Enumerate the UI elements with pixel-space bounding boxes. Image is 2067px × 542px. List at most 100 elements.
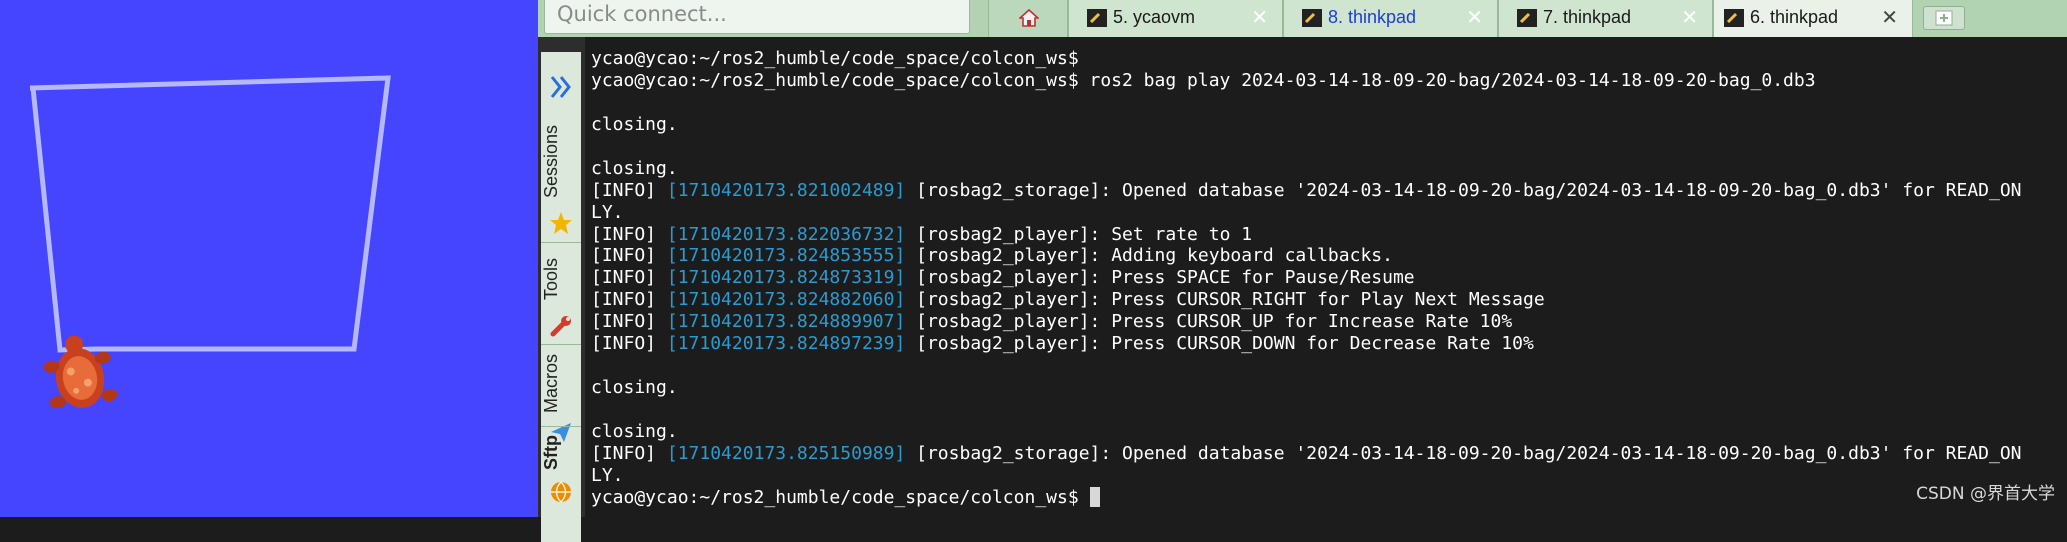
terminal-line: ycao@ycao:~/ros2_humble/code_space/colco… [591, 486, 2022, 509]
line-text: [rosbag2_player]: Press CURSOR_RIGHT for… [905, 289, 1545, 311]
quick-connect-input[interactable] [555, 0, 959, 30]
tab-bar: 5. ycaovm ✕ 8. thinkpad ✕ 7. thinkpad ✕ … [538, 0, 2067, 37]
tab-label: 5. ycaovm [1113, 7, 1196, 27]
turtle-icon [43, 335, 118, 409]
star-icon [550, 212, 572, 234]
log-level: [INFO] [591, 311, 657, 333]
side-panel: Sessions Tools Macros Sftp [538, 37, 585, 542]
sidebar-divider [541, 344, 581, 345]
log-level: [INFO] [591, 223, 657, 245]
line-text: closing. [591, 157, 678, 179]
quick-connect-box[interactable] [544, 0, 970, 34]
line-text: LY. [591, 464, 624, 486]
sidebar-label: Sftp [541, 435, 561, 471]
close-icon[interactable]: ✕ [1466, 5, 1483, 29]
terminal-tab-icon [1087, 9, 1107, 27]
log-level: [INFO] [591, 179, 657, 201]
turtle-path [29, 75, 391, 353]
terminal-line: [INFO] [1710420173.825150989] [rosbag2_s… [591, 443, 2022, 465]
terminal-line: [INFO] [1710420173.824873319] [rosbag2_p… [591, 267, 2022, 289]
log-timestamp: [1710420173.824889907] [666, 311, 906, 333]
close-icon[interactable]: ✕ [1681, 5, 1698, 29]
tab-thinkpad-6[interactable]: 6. thinkpad ✕ [1713, 0, 1913, 37]
terminal-line: closing. [591, 114, 2022, 136]
log-level: [INFO] [591, 245, 657, 267]
terminal-line: LY. [591, 202, 2022, 224]
line-text: [rosbag2_player]: Press CURSOR_UP for In… [905, 311, 1513, 333]
line-text: ycao@ycao:~/ros2_humble/code_space/colco… [591, 69, 1816, 91]
line-text: [rosbag2_storage]: Opened database '2024… [905, 179, 2022, 201]
turtlesim-canvas [29, 75, 391, 409]
log-level: [INFO] [591, 267, 657, 289]
log-level: [INFO] [591, 442, 657, 464]
log-timestamp: [1710420173.824882060] [666, 289, 906, 311]
terminal-output: ycao@ycao:~/ros2_humble/code_space/colco… [591, 48, 2022, 509]
terminal-line: [INFO] [1710420173.824853555] [rosbag2_p… [591, 245, 2022, 267]
terminal-line: [INFO] [1710420173.824889907] [rosbag2_p… [591, 311, 2022, 333]
tab-thinkpad-8[interactable]: 8. thinkpad ✕ [1283, 0, 1498, 37]
log-timestamp: [1710420173.822036732] [666, 223, 906, 245]
tab-thinkpad-7[interactable]: 7. thinkpad ✕ [1498, 0, 1713, 37]
line-text: ycao@ycao:~/ros2_humble/code_space/colco… [591, 48, 1079, 69]
sidebar-tab-sessions[interactable]: Sessions [541, 114, 581, 239]
log-level: [INFO] [591, 333, 657, 355]
log-timestamp: [1710420173.821002489] [666, 179, 906, 201]
plus-icon [1935, 10, 1953, 26]
log-timestamp: [1710420173.824853555] [666, 245, 906, 267]
tab-label: 6. thinkpad [1750, 7, 1839, 27]
tab-label: 7. thinkpad [1543, 7, 1632, 27]
sidebar-tab-sftp[interactable]: Sftp [541, 430, 581, 510]
tab-label: 8. thinkpad [1328, 7, 1417, 27]
terminal-line: [INFO] [1710420173.822036732] [rosbag2_p… [591, 224, 2022, 246]
wrench-icon [550, 316, 571, 337]
terminal-view[interactable]: ycao@ycao:~/ros2_humble/code_space/colco… [585, 37, 2067, 517]
terminal-line: [INFO] [1710420173.821002489] [rosbag2_s… [591, 180, 2022, 202]
log-timestamp: [1710420173.824897239] [666, 333, 906, 355]
home-icon [1019, 9, 1039, 27]
sidebar-label: Sessions [541, 124, 561, 199]
double-chevron-right-icon[interactable] [544, 72, 578, 102]
watermark: CSDN @界首大学 [1916, 484, 2055, 504]
terminal-tab-icon [1724, 9, 1744, 27]
terminal-line: closing. [591, 421, 2022, 443]
terminal-line: ycao@ycao:~/ros2_humble/code_space/colco… [591, 48, 2022, 70]
line-text: [rosbag2_player]: Set rate to 1 [905, 223, 1253, 245]
line-text: closing. [591, 113, 678, 135]
home-tab[interactable] [988, 0, 1068, 37]
terminal-cursor [1089, 486, 1100, 507]
terminal-tab-icon [1302, 9, 1322, 27]
line-text: [rosbag2_storage]: Opened database '2024… [905, 442, 2022, 464]
sidebar-divider [541, 426, 581, 427]
line-text: ycao@ycao:~/ros2_humble/code_space/colco… [591, 486, 1090, 508]
terminal-tab-icon [1517, 9, 1537, 27]
sidebar-label: Macros [541, 353, 561, 413]
log-timestamp: [1710420173.824873319] [666, 267, 906, 289]
sidebar-tab-tools[interactable]: Tools [541, 246, 581, 342]
side-panel-tabs: Sessions Tools Macros Sftp [541, 52, 581, 542]
close-icon[interactable]: ✕ [1881, 5, 1898, 29]
log-timestamp: [1710420173.825150989] [666, 442, 906, 464]
new-tab-button[interactable] [1923, 6, 1965, 30]
close-icon[interactable]: ✕ [1251, 5, 1268, 29]
line-text: closing. [591, 377, 678, 399]
terminal-line: ycao@ycao:~/ros2_humble/code_space/colco… [591, 70, 2022, 92]
log-level: [INFO] [591, 289, 657, 311]
line-text: [rosbag2_player]: Press CURSOR_DOWN for … [905, 333, 1534, 355]
line-text: [rosbag2_player]: Press SPACE for Pause/… [905, 267, 1415, 289]
tab-ycaovm[interactable]: 5. ycaovm ✕ [1068, 0, 1283, 37]
line-text: closing. [591, 420, 678, 442]
terminal-line: [INFO] [1710420173.824882060] [rosbag2_p… [591, 289, 2022, 311]
terminal-line: LY. [591, 465, 2022, 487]
turtlesim-window [0, 0, 538, 517]
sidebar-divider [541, 242, 581, 243]
sidebar-label: Tools [541, 257, 561, 301]
line-text: [rosbag2_player]: Adding keyboard callba… [905, 245, 1393, 267]
line-text: LY. [591, 201, 624, 223]
globe-icon [551, 481, 571, 504]
terminal-line: closing. [591, 377, 2022, 399]
terminal-line: closing. [591, 158, 2022, 180]
